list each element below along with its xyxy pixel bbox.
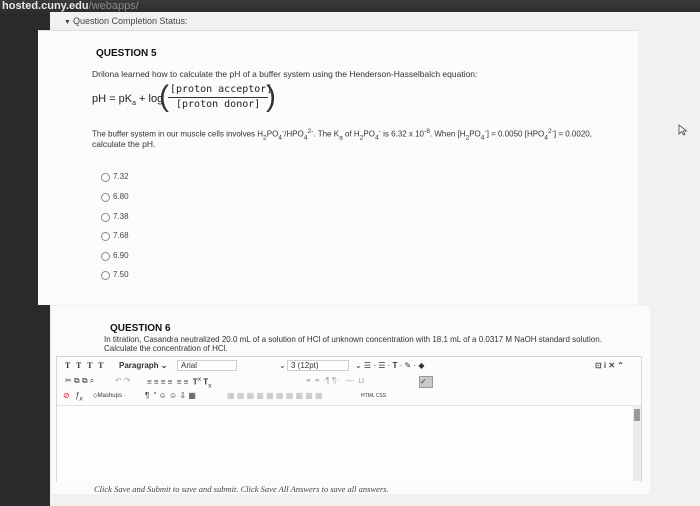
text-style-buttons[interactable]: T T T T (65, 361, 105, 370)
font-size-select[interactable]: 3 (12pt) (287, 360, 349, 371)
html-css-button[interactable]: HTML CSS (361, 393, 386, 399)
question-completion-status[interactable]: ▼ Question Completion Status: (64, 16, 188, 26)
font-select[interactable]: Arial (177, 360, 237, 371)
scroll-thumb[interactable] (634, 409, 640, 421)
denominator: [proton donor] (176, 99, 261, 110)
align-icons[interactable]: ≡ ≡ ≡ ≡ ≡ ≡ Tx Tx (147, 376, 211, 389)
choice-label[interactable]: 7.32 (113, 172, 129, 181)
toolbar-row-3: ⊘ ƒx ◇Mashups · ¶ “ ☺ ☺ ⇩ ▦ ▦ ▦ ▦ ▦ ▦ ▦ … (57, 390, 641, 403)
answer-editor[interactable]: T T T T Paragraph ⌄ Arial ⌄ 3 (12pt) ⌄ ☰… (56, 356, 642, 482)
choice-label[interactable]: 6.90 (113, 251, 129, 260)
editor-scrollbar[interactable] (633, 405, 641, 481)
insert-icons[interactable]: ¶ “ ☺ ☺ ⇩ ▦ (145, 391, 196, 400)
fraction-bar (168, 97, 268, 98)
radio-button[interactable] (101, 232, 110, 241)
answer-text-area[interactable] (57, 405, 641, 482)
link-icons[interactable]: ⚭ ⚭ ·¶ ¶· — ⊔ (305, 376, 364, 385)
expand-triangle-icon[interactable]: ▼ (64, 19, 71, 26)
mouse-cursor-icon (678, 124, 688, 136)
mashups-menu[interactable]: ◇Mashups · (93, 392, 126, 399)
numerator: [proton acceptor] (170, 84, 273, 95)
radio-button[interactable] (101, 213, 110, 222)
radio-button[interactable] (101, 193, 110, 202)
checkmark-icon[interactable]: ✓ (419, 376, 433, 388)
question-5-intro: Drilona learned how to calculate the pH … (92, 69, 478, 79)
choice-label[interactable]: 7.38 (113, 212, 129, 221)
undo-redo-icons[interactable]: ↶ ↷ (115, 376, 131, 385)
choice-label[interactable]: 7.50 (113, 270, 129, 279)
submit-instructions: Click Save and Submit to save and submit… (94, 484, 389, 494)
equation-lhs: pH = pKa + log (92, 93, 164, 108)
question-6-title: QUESTION 6 (110, 323, 171, 334)
radio-button[interactable] (101, 173, 110, 182)
url-text[interactable]: hosted.cuny.edu/webapps/ (2, 0, 139, 12)
fullscreen-icons[interactable]: ⊡ i ✕ ⌃ (595, 361, 624, 370)
choice-label[interactable]: 6.80 (113, 192, 129, 201)
paragraph-select[interactable]: Paragraph ⌄ (119, 361, 168, 370)
question-5-title: QUESTION 5 (96, 48, 157, 59)
toolbar-row-2: ✂ ⧉ ⧉ ⌕ ↶ ↷ ≡ ≡ ≡ ≡ ≡ ≡ Tx Tx ⚭ ⚭ ·¶ ¶· … (57, 375, 641, 389)
cut-copy-paste-icons[interactable]: ✂ ⧉ ⧉ ⌕ (65, 376, 94, 386)
choice-label[interactable]: 7.68 (113, 231, 129, 240)
radio-button[interactable] (101, 252, 110, 261)
record-icon[interactable]: ⊘ (63, 391, 70, 400)
radio-button[interactable] (101, 271, 110, 280)
list-buttons[interactable]: ⌄ ☰ · ☰ · T · ✎ · ◆ (355, 361, 424, 370)
toolbar-row-1: T T T T Paragraph ⌄ Arial ⌄ 3 (12pt) ⌄ ☰… (57, 360, 641, 373)
question-5-body: The buffer system in our muscle cells in… (92, 128, 592, 142)
table-icons[interactable]: ▦ ▦ ▦ ▦ ▦ ▦ ▦ ▦ ▦ ▦ (227, 391, 323, 400)
question-5-body-line2: calculate the pH. (92, 139, 156, 149)
question-6-text-line2: Calculate the concentration of HCl. (104, 344, 228, 353)
right-paren: ) (266, 80, 276, 113)
chevron-down-icon[interactable]: ⌄ (279, 361, 286, 370)
math-icon[interactable]: ƒx (75, 391, 83, 403)
